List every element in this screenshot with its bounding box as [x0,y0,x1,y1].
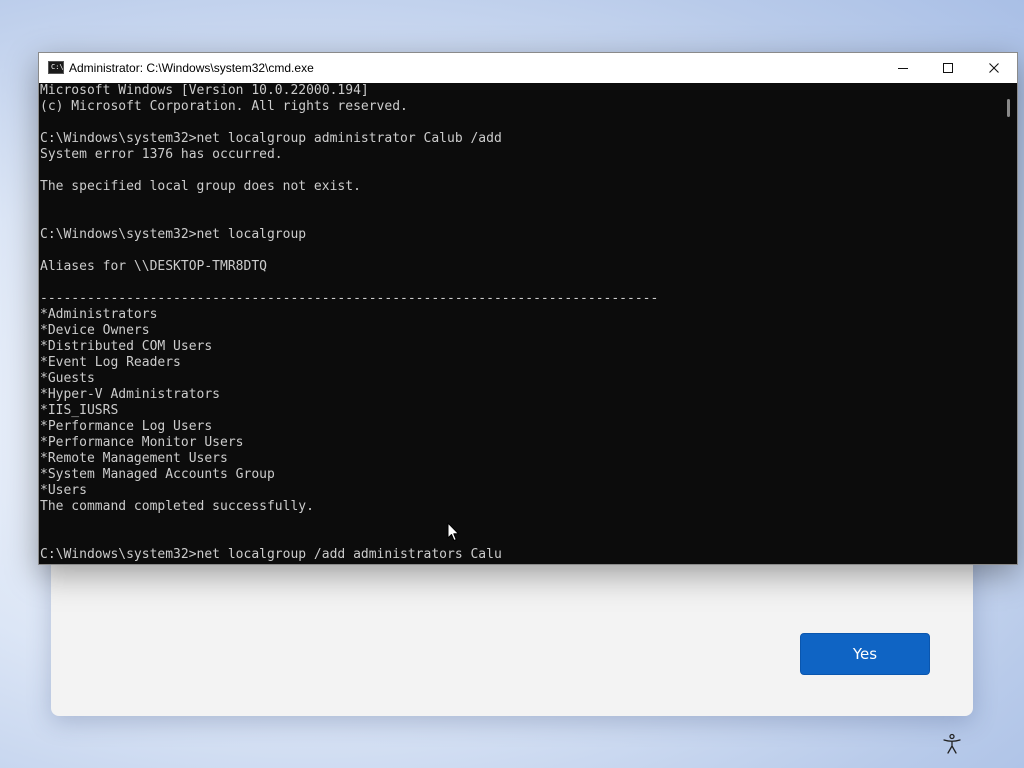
console-line: *Performance Monitor Users [40,435,244,450]
scrollbar-thumb[interactable] [1007,99,1010,117]
close-button[interactable] [971,53,1017,83]
console-line: C:\Windows\system32>net localgroup admin… [40,131,502,146]
accessibility-icon[interactable] [941,733,963,755]
console-line: *Distributed COM Users [40,339,213,354]
title-bar[interactable]: C:\ Administrator: C:\Windows\system32\c… [39,53,1017,83]
console-output[interactable]: Microsoft Windows [Version 10.0.22000.19… [39,83,999,564]
console-line: *Performance Log Users [40,419,213,434]
console-line: The command completed successfully. [40,499,314,514]
console-line: (c) Microsoft Corporation. All rights re… [40,99,408,114]
console-line: *Hyper-V Administrators [40,387,221,402]
maximize-button[interactable] [925,53,971,83]
console-line: *IIS_IUSRS [40,403,119,418]
console-line: The specified local group does not exist… [40,179,361,194]
minimize-button[interactable] [880,53,926,83]
console-line: Microsoft Windows [Version 10.0.22000.19… [40,83,369,98]
console-line: *Event Log Readers [40,355,181,370]
vertical-scrollbar[interactable] [999,83,1017,564]
console-line: *Device Owners [40,323,150,338]
console-line: Aliases for \\DESKTOP-TMR8DTQ [40,259,267,274]
console-line: ----------------------------------------… [40,291,659,306]
console-line: System error 1376 has occurred. [40,147,283,162]
window-title: Administrator: C:\Windows\system32\cmd.e… [69,61,314,75]
console-line: C:\Windows\system32>net localgroup /add … [40,547,502,562]
maximize-icon [943,63,953,73]
cmd-icon-glyph: C:\ [51,63,64,71]
cmd-window: C:\ Administrator: C:\Windows\system32\c… [38,52,1018,565]
oobe-dialog: Yes [51,540,973,716]
console-line: *Administrators [40,307,158,322]
console-line: *Remote Management Users [40,451,228,466]
console-line: *System Managed Accounts Group [40,467,275,482]
console-line: C:\Windows\system32>net localgroup [40,227,307,242]
mouse-pointer-icon [447,522,459,541]
cmd-icon: C:\ [48,61,64,74]
minimize-icon [898,68,908,69]
console-line: *Guests [40,371,95,386]
close-icon [989,63,999,73]
yes-button[interactable]: Yes [800,633,930,675]
console-line: *Users [40,483,87,498]
